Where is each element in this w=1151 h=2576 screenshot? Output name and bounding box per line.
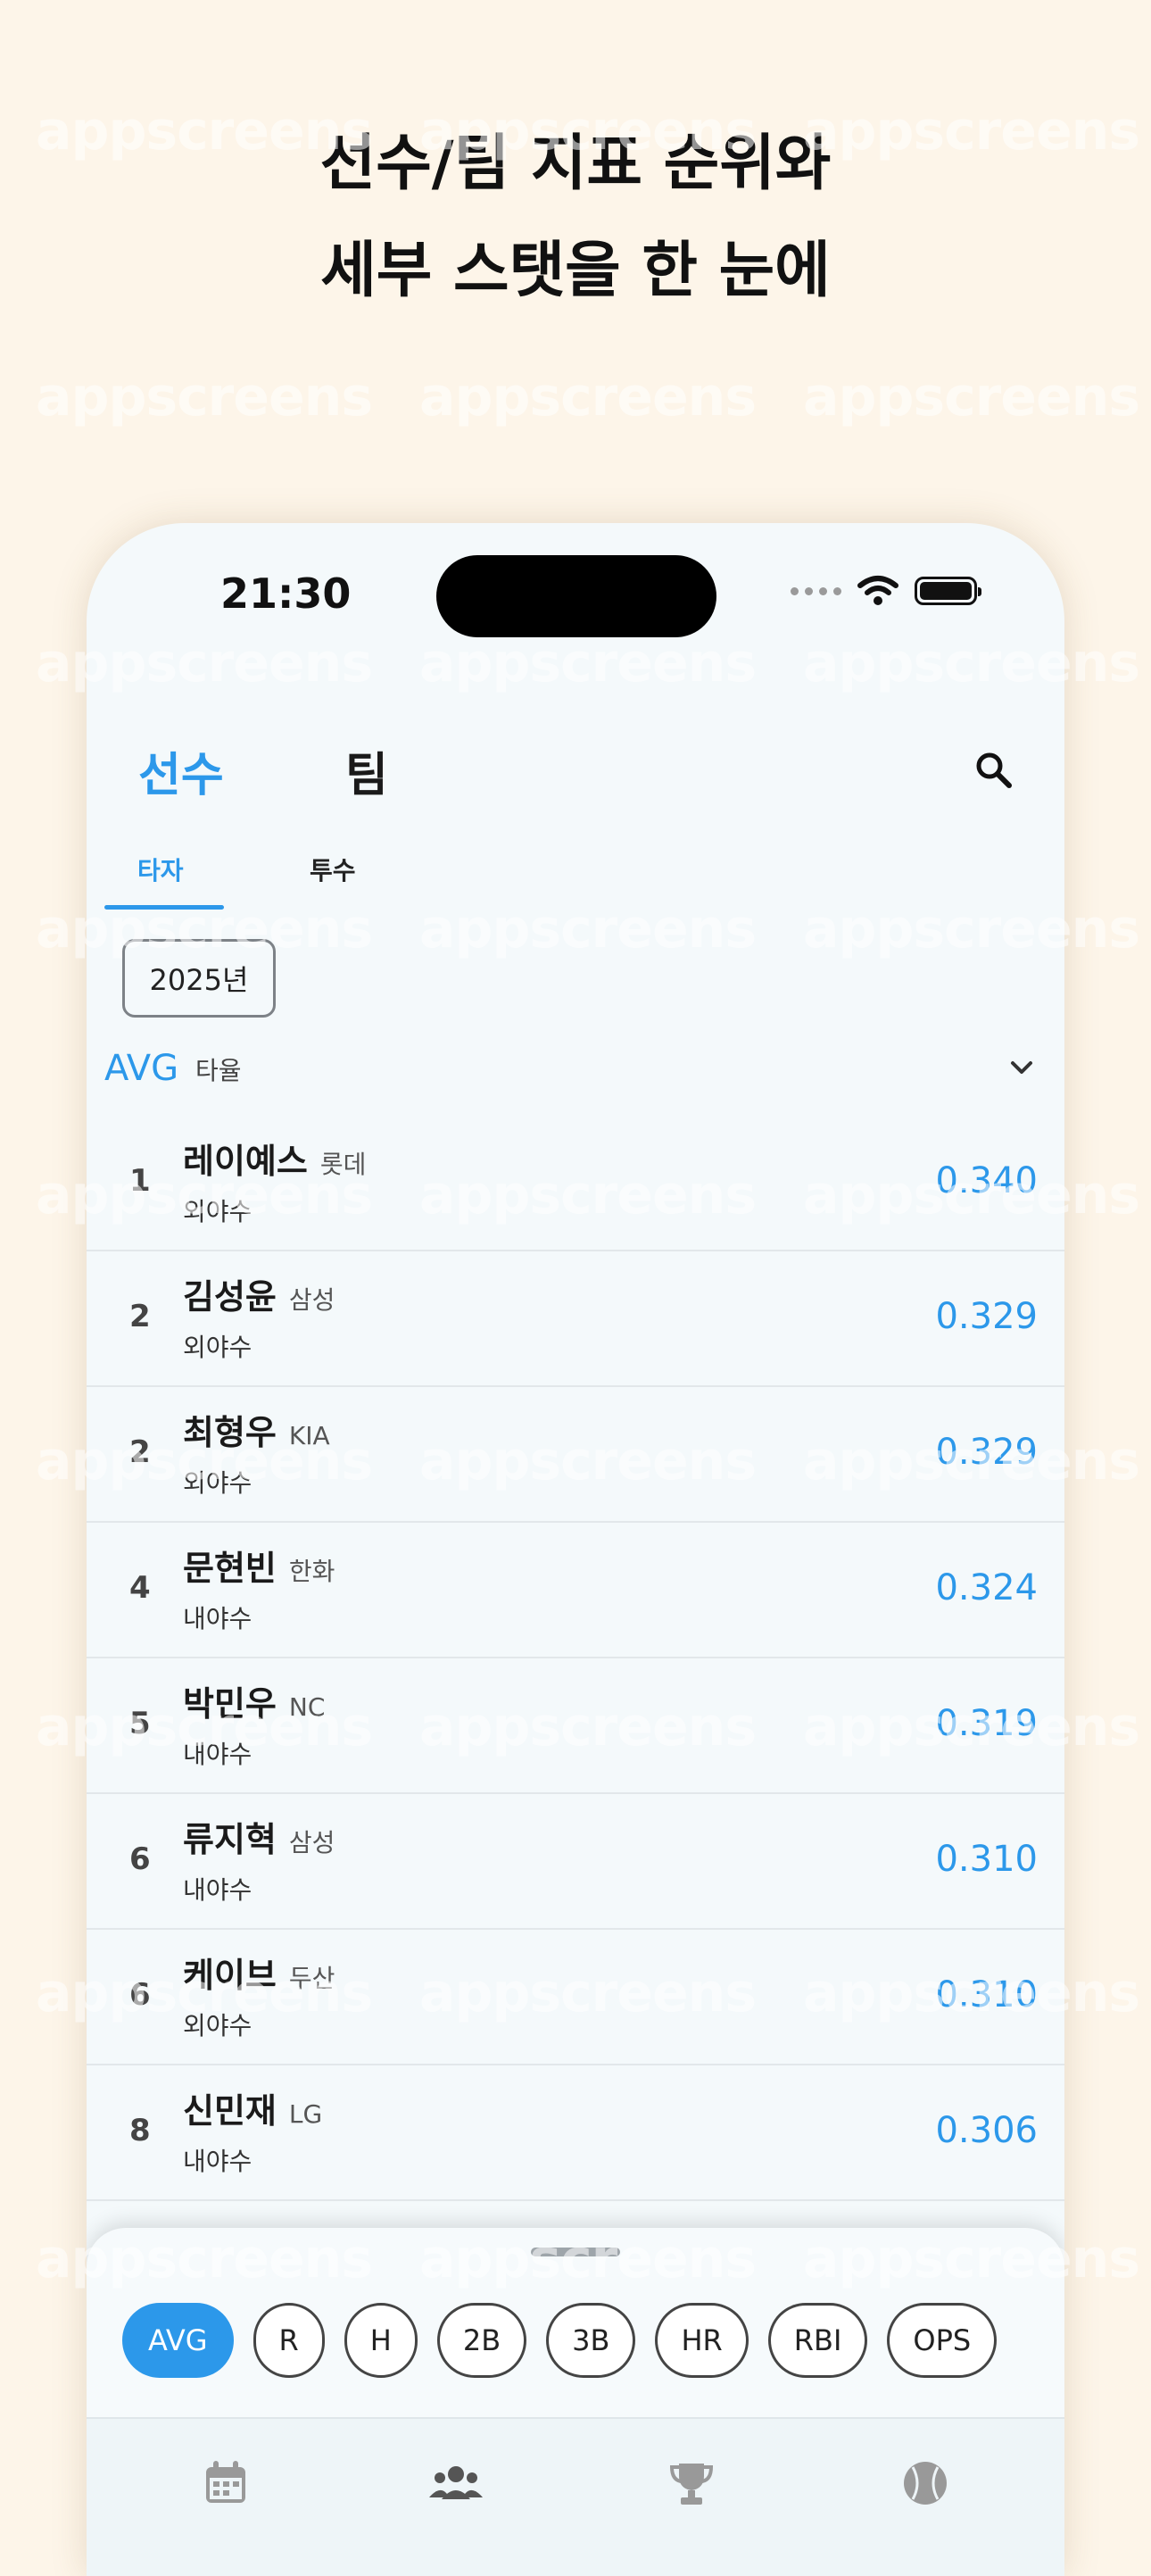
player-position: 외야수 <box>183 1197 253 1226</box>
player-name: 문현빈 <box>183 1549 277 1588</box>
metric-chip-hr[interactable]: HR <box>655 2303 749 2378</box>
player-row[interactable]: 1 레이예스 롯데외야수 0.340 <box>87 1116 1064 1251</box>
player-rank: 6 <box>129 1841 151 1877</box>
player-row[interactable]: 6 케이브 두산외야수 0.310 <box>87 1930 1064 2065</box>
status-time: 21:30 <box>220 569 352 618</box>
player-name-line: 신민재 LG <box>183 2083 322 2132</box>
tab-teams[interactable]: 팀 <box>345 737 388 804</box>
player-team: 한화 <box>288 1557 335 1586</box>
status-icons <box>791 573 981 609</box>
watermark-text: appscreens <box>803 366 1140 428</box>
player-team: KIA <box>288 1421 330 1450</box>
player-row[interactable]: 5 박민우 NC 내야수 0.319 <box>87 1658 1064 1794</box>
player-position: 내야수 <box>183 1740 253 1769</box>
player-rank: 6 <box>129 1977 151 2013</box>
player-stat-value: 0.310 <box>935 1974 1038 2015</box>
season-selector[interactable]: 2025년 <box>122 939 276 1018</box>
subtab-active-indicator <box>104 905 224 910</box>
player-name-line: 케이브 두산 <box>183 1948 335 1997</box>
player-name-line: 김성윤 삼성 <box>183 1269 335 1318</box>
headline-line-2: 세부 스탯을 한 눈에 <box>320 236 831 306</box>
metric-chip-row: AVG R H 2B 3B HR RBI OPS <box>122 2303 998 2378</box>
metric-chip-2b[interactable]: 2B <box>436 2303 527 2378</box>
player-rank: 2 <box>129 1299 151 1334</box>
chevron-down-icon[interactable] <box>1006 1051 1038 1084</box>
player-rank: 8 <box>129 2113 151 2148</box>
player-name: 김성윤 <box>183 1277 277 1317</box>
trophy-icon[interactable] <box>667 2458 716 2508</box>
player-stat-value: 0.310 <box>935 1839 1038 1880</box>
player-rank: 5 <box>129 1706 151 1741</box>
player-row[interactable]: 4 문현빈 한화내야수 0.324 <box>87 1523 1064 1658</box>
metric-chip-avg[interactable]: AVG <box>122 2303 234 2378</box>
player-stat-value: 0.319 <box>935 1703 1038 1744</box>
team-icon[interactable] <box>427 2458 484 2508</box>
player-team: 삼성 <box>288 1828 335 1857</box>
player-row[interactable]: 6 류지혁 삼성내야수 0.310 <box>87 1794 1064 1930</box>
player-stat-value: 0.340 <box>935 1160 1038 1201</box>
watermark-text: appscreens <box>36 366 373 428</box>
player-row[interactable]: 2 김성윤 삼성외야수 0.329 <box>87 1251 1064 1387</box>
player-team: LG <box>288 2099 323 2129</box>
subtab-batter[interactable]: 타자 <box>137 852 184 887</box>
player-row[interactable]: 2 최형우 KIA 외야수 0.329 <box>87 1387 1064 1523</box>
player-team: 두산 <box>288 1964 335 1993</box>
player-team: 삼성 <box>288 1285 335 1315</box>
battery-icon <box>915 577 981 605</box>
sheet-drag-handle[interactable] <box>531 2248 620 2256</box>
player-team: NC <box>288 1692 326 1722</box>
player-name: 류지혁 <box>183 1820 277 1859</box>
player-position: 내야수 <box>183 1604 253 1633</box>
player-name-line: 최형우 KIA <box>183 1405 330 1454</box>
player-position: 내야수 <box>183 2147 253 2176</box>
ranking-list: 1 레이예스 롯데 외야수 0.340 2 김성윤 삼성 외야수 0.329 2 최형우 KIA 외야수 0… <box>87 1116 1064 2201</box>
tab-players[interactable]: 선수 <box>138 737 224 804</box>
player-name-line: 류지혁 삼성 <box>183 1812 335 1861</box>
player-name: 케이브 <box>183 1956 277 1995</box>
player-rank: 4 <box>129 1570 151 1606</box>
metric-chip-rbi[interactable]: RBI <box>767 2303 868 2378</box>
bottom-nav <box>87 2417 1064 2576</box>
player-position: 외야수 <box>183 1333 253 1362</box>
player-position: 외야수 <box>183 1468 253 1498</box>
metric-chip-h[interactable]: H <box>344 2303 418 2378</box>
wifi-icon <box>857 576 898 605</box>
metric-chip-3b[interactable]: 3B <box>546 2303 636 2378</box>
player-stat-value: 0.324 <box>935 1567 1038 1608</box>
metric-chip-ops[interactable]: OPS <box>887 2303 998 2378</box>
player-name: 박민우 <box>183 1684 277 1724</box>
baseball-icon[interactable] <box>900 2458 950 2508</box>
player-stat-value: 0.329 <box>935 1296 1038 1337</box>
player-stat-value: 0.306 <box>935 2110 1038 2151</box>
player-name: 최형우 <box>183 1413 277 1452</box>
player-stat-value: 0.329 <box>935 1432 1038 1473</box>
headline-line-1: 선수/팀 지표 순위와 <box>319 129 832 199</box>
player-name: 레이예스 <box>183 1142 308 1181</box>
calendar-icon[interactable] <box>201 2458 251 2508</box>
player-name-line: 레이예스 롯데 <box>183 1134 366 1183</box>
player-name-line: 문현빈 한화 <box>183 1541 335 1590</box>
subtab-pitcher[interactable]: 투수 <box>310 852 356 887</box>
player-position: 내야수 <box>183 1875 253 1905</box>
watermark-text: appscreens <box>419 366 757 428</box>
metric-name[interactable]: 타율 <box>195 1051 242 1087</box>
dynamic-island <box>436 555 716 637</box>
signal-icon <box>791 586 841 595</box>
metric-code[interactable]: AVG <box>104 1048 178 1089</box>
player-position: 외야수 <box>183 2011 253 2040</box>
search-icon[interactable] <box>972 748 1016 793</box>
player-team: 롯데 <box>319 1150 367 1179</box>
player-name: 신민재 <box>183 2091 277 2131</box>
player-row[interactable]: 8 신민재 LG 내야수 0.306 <box>87 2065 1064 2201</box>
player-rank: 2 <box>129 1434 151 1470</box>
phone-screen: 21:30 선수 팀 타자 투수 2025년 AVG 타율 1 레이예스 롯데외야수… <box>87 523 1064 2576</box>
player-rank: 1 <box>129 1163 151 1199</box>
player-name-line: 박민우 NC <box>183 1676 325 1725</box>
metric-chip-r[interactable]: R <box>253 2303 325 2378</box>
